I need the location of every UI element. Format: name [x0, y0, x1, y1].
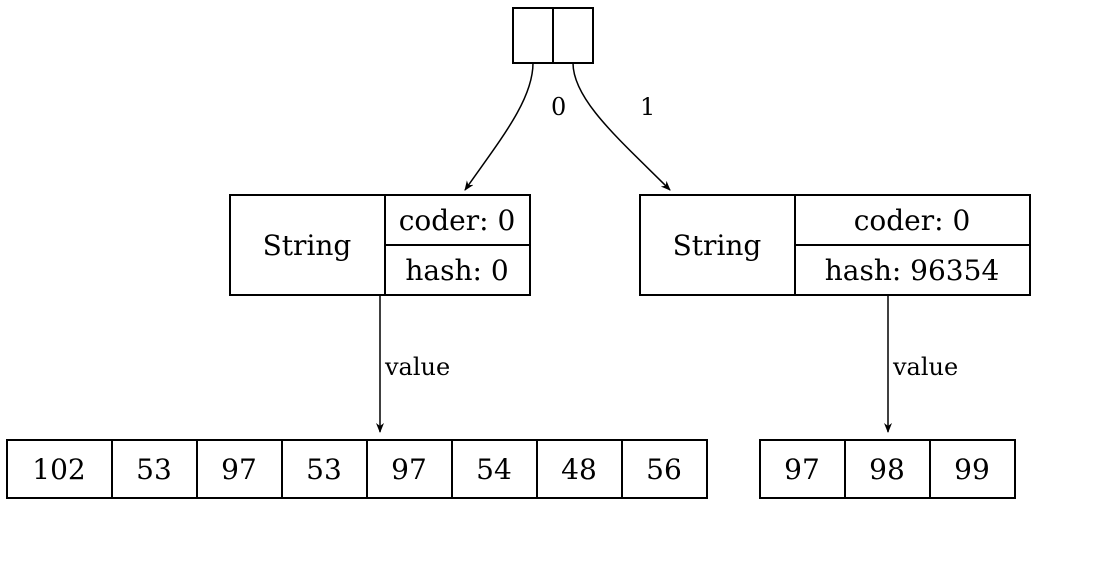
edge-label-right-value: value [892, 353, 958, 381]
memory-diagram: 0 1 String coder: 0 hash: 0 value String… [0, 0, 1099, 568]
edge-root-to-left [465, 63, 533, 190]
right-string-node: String coder: 0 hash: 96354 [640, 195, 1030, 295]
left-string-hash-label: hash: 0 [405, 254, 508, 287]
root-array [513, 8, 593, 63]
right-array-val-1: 98 [869, 453, 905, 486]
left-string-coder-label: coder: 0 [399, 204, 516, 237]
edge-label-left-value: value [384, 353, 450, 381]
left-array-val-5: 54 [476, 453, 512, 486]
edge-root-to-right [573, 63, 670, 190]
left-array-val-3: 53 [306, 453, 342, 486]
root-cell-1 [553, 8, 593, 63]
edge-label-root-left: 0 [551, 93, 566, 121]
right-string-type-label: String [673, 229, 762, 262]
left-value-array: 102 53 97 53 97 54 48 56 [7, 440, 707, 498]
left-string-node: String coder: 0 hash: 0 [230, 195, 530, 295]
right-value-array: 97 98 99 [760, 440, 1015, 498]
right-string-hash-label: hash: 96354 [825, 254, 1000, 287]
root-cell-0 [513, 8, 553, 63]
left-array-val-2: 97 [221, 453, 257, 486]
left-array-val-4: 97 [391, 453, 427, 486]
edge-label-root-right: 1 [640, 93, 655, 121]
left-string-type-label: String [263, 229, 352, 262]
left-array-val-7: 56 [646, 453, 682, 486]
left-array-val-6: 48 [561, 453, 597, 486]
right-array-val-2: 99 [954, 453, 990, 486]
left-array-val-1: 53 [136, 453, 172, 486]
left-array-val-0: 102 [32, 453, 85, 486]
right-string-coder-label: coder: 0 [854, 204, 971, 237]
right-array-val-0: 97 [784, 453, 820, 486]
